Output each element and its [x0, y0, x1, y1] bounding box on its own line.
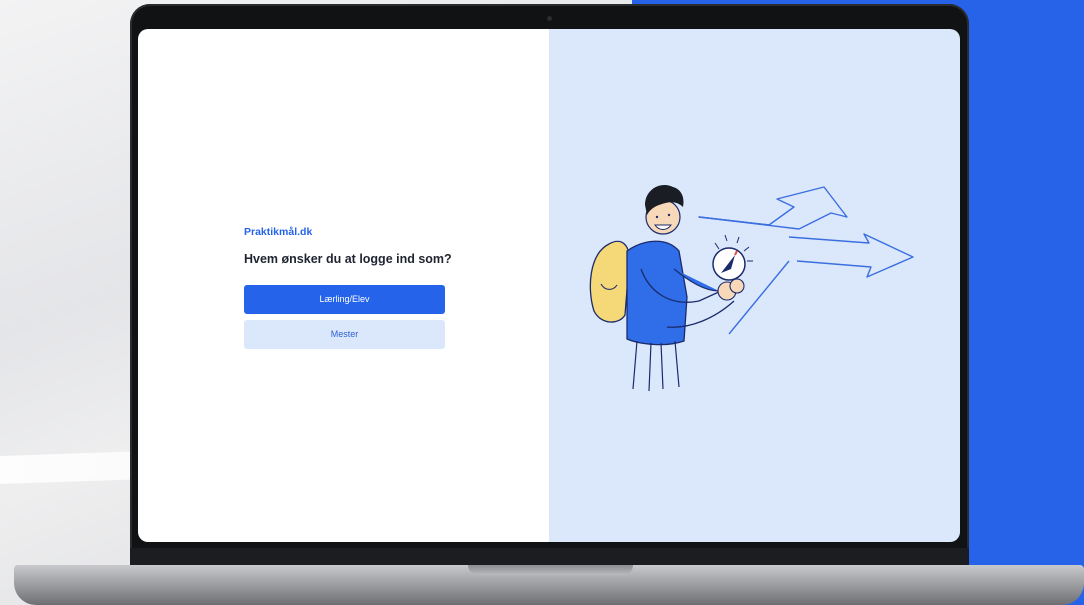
backpack-icon [589, 240, 630, 323]
explorer-compass-illustration [589, 185, 914, 392]
compass-icon [712, 234, 753, 281]
laptop-notch [468, 565, 633, 575]
camera-dot [547, 16, 552, 21]
apprentice-login-button[interactable]: Lærling/Elev [244, 285, 445, 314]
laptop-bezel: Praktikmål.dk Hvem ønsker du at logge in… [130, 4, 969, 570]
legs-icon [632, 340, 680, 392]
laptop-screen: Praktikmål.dk Hvem ønsker du at logge in… [138, 29, 960, 542]
login-panel: Praktikmål.dk Hvem ønsker du at logge in… [138, 29, 549, 542]
illustration-panel [549, 29, 960, 542]
login-question: Hvem ønsker du at logge ind som? [244, 252, 452, 266]
master-login-button[interactable]: Mester [244, 320, 445, 349]
brand-logo[interactable]: Praktikmål.dk [244, 226, 312, 238]
